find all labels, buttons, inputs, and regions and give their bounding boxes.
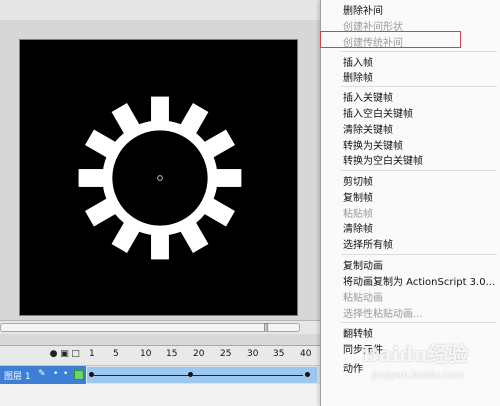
menu-item[interactable]: 删除补间 (321, 3, 500, 20)
pencil-icon: ✎ (38, 369, 46, 379)
selected-frames[interactable] (87, 367, 317, 383)
menu-item[interactable]: 转换为空白关键帧 (321, 153, 500, 170)
frame-number: 35 (273, 349, 285, 359)
menu-item[interactable]: 复制帧 (321, 190, 500, 207)
dot-icon: • (63, 369, 69, 379)
layer-name: 图层 1 (4, 372, 31, 382)
menu-separator (341, 322, 497, 323)
frame-number: 1 (89, 349, 95, 359)
layer-toggle-icons: ● ▣ □ (48, 349, 81, 359)
keyframe[interactable] (305, 372, 310, 377)
lock-icon[interactable]: ▣ (59, 349, 70, 359)
watermark-title: Baidu经验 (362, 342, 468, 366)
tween-line (94, 375, 190, 376)
frame-number: 25 (220, 349, 232, 359)
watermark-url: jingyan.baidu.com (372, 370, 465, 381)
menu-item[interactable]: 插入空白关键帧 (321, 106, 500, 123)
gear-shape[interactable] (20, 40, 297, 315)
baidu-watermark: Baidu经验 jingyan.baidu.com (356, 332, 500, 392)
stage-canvas[interactable] (19, 39, 298, 316)
menu-item[interactable]: 将动画复制为 ActionScript 3.0... (321, 274, 500, 291)
menu-item[interactable]: 剪切帧 (321, 174, 500, 191)
highlight-annotation (320, 31, 461, 48)
scrollbar-thumb[interactable]: ||| (0, 322, 300, 332)
tween-line (193, 375, 303, 376)
menu-separator (341, 51, 497, 52)
frame-number: 5 (113, 349, 119, 359)
menu-item[interactable]: 选择所有帧 (321, 237, 500, 254)
menu-item[interactable]: 粘贴动画 (321, 290, 500, 307)
menu-separator (341, 254, 497, 255)
layer-color-box[interactable] (74, 370, 84, 380)
stage-top-strip (0, 0, 320, 20)
menu-item[interactable]: 复制动画 (321, 258, 500, 275)
horizontal-scrollbar[interactable]: ||| (0, 320, 320, 334)
menu-separator (341, 170, 497, 171)
menu-item[interactable]: 清除关键帧 (321, 122, 500, 139)
layer-cell[interactable]: 图层 1 ✎ • • (0, 366, 86, 384)
scrollbar-grip: ||| (263, 322, 269, 331)
menu-item[interactable]: 选择性粘贴动画... (321, 306, 500, 323)
frame-number: 30 (247, 349, 259, 359)
stage-area: ||| (0, 0, 320, 334)
menu-item[interactable]: 插入关键帧 (321, 90, 500, 107)
dot-icon: • (53, 369, 59, 379)
frame-number: 40 (300, 349, 312, 359)
menu-separator (341, 86, 497, 87)
frame-number: 15 (166, 349, 178, 359)
frame-number: 20 (193, 349, 205, 359)
frame-number: 10 (140, 349, 152, 359)
outline-icon[interactable]: □ (70, 349, 81, 359)
menu-item[interactable]: 清除帧 (321, 221, 500, 238)
eye-icon[interactable]: ● (48, 349, 59, 359)
menu-item[interactable]: 删除帧 (321, 70, 500, 87)
